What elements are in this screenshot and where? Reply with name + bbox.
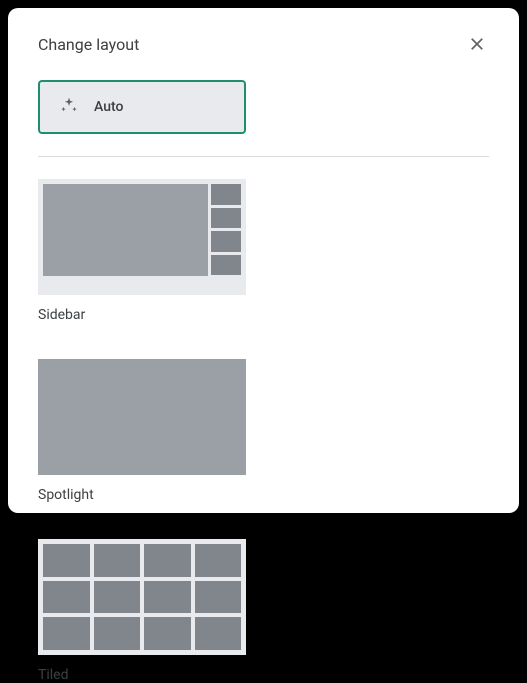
- auto-label: Auto: [94, 99, 123, 115]
- layout-options-grid: Sidebar Spotlight Tiled: [38, 179, 489, 683]
- sidebar-thumbnail: [38, 179, 246, 295]
- divider: [38, 156, 489, 157]
- close-button[interactable]: [465, 32, 489, 56]
- change-layout-dialog: Change layout Auto Sid: [8, 8, 519, 513]
- close-icon: [468, 35, 486, 53]
- dialog-header: Change layout: [38, 32, 489, 56]
- sidebar-label: Sidebar: [38, 307, 246, 323]
- sparkle-icon: [58, 94, 80, 120]
- tiled-thumbnail: [38, 539, 246, 655]
- layout-option-sidebar[interactable]: Sidebar: [38, 179, 246, 323]
- spotlight-label: Spotlight: [38, 487, 246, 503]
- spotlight-thumbnail: [38, 359, 246, 475]
- auto-layout-button[interactable]: Auto: [38, 80, 246, 134]
- layout-option-tiled[interactable]: Tiled: [38, 539, 246, 683]
- dialog-title: Change layout: [38, 35, 139, 54]
- tiled-label: Tiled: [38, 667, 246, 683]
- layout-option-spotlight[interactable]: Spotlight: [38, 359, 246, 503]
